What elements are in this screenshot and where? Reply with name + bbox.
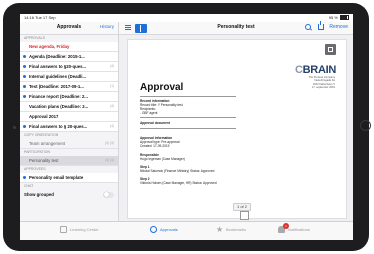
learning-center-icon bbox=[60, 226, 67, 233]
record-info-block: Record information Record title: Y Perso… bbox=[140, 99, 183, 115]
section-orientation: COPY ORIENTATION bbox=[24, 133, 59, 137]
home-button[interactable] bbox=[360, 120, 371, 131]
cbrain-logo: CBRAIN bbox=[295, 64, 336, 76]
list-item[interactable]: Finance report (Deadline: 2... bbox=[20, 92, 118, 102]
section-approvals: APPROVALS bbox=[24, 36, 45, 40]
list-item-selected[interactable]: Personality test (4) (3) bbox=[20, 156, 118, 166]
search-icon[interactable] bbox=[305, 24, 311, 30]
document-viewer[interactable]: CBRAIN The Process Company Vesterbrogade… bbox=[119, 35, 353, 221]
unread-dot-icon bbox=[23, 85, 26, 88]
list-item[interactable]: Test (Deadline: 2017-09-1... (1) bbox=[20, 82, 118, 92]
front-camera bbox=[13, 126, 16, 129]
unread-dot-icon bbox=[23, 95, 26, 98]
unread-dot-icon bbox=[23, 65, 26, 68]
list-item[interactable]: Vacation plans (Deadline: 2... (4) bbox=[20, 102, 118, 112]
battery-percent: 95 % bbox=[328, 15, 338, 20]
list-item[interactable]: Personality email template bbox=[20, 173, 118, 183]
list-item[interactable]: Team arrangement (4) (3) bbox=[20, 139, 118, 149]
list-item[interactable]: Final answers to §20-ques... (4) bbox=[20, 62, 118, 72]
annotate-icon[interactable] bbox=[325, 44, 336, 55]
page-thumbnail-icon[interactable] bbox=[240, 211, 249, 220]
list-item[interactable]: Approval 2017 bbox=[20, 112, 118, 122]
remove-button[interactable]: Remove bbox=[329, 24, 348, 30]
unread-dot-icon bbox=[23, 125, 26, 128]
unread-dot-icon bbox=[23, 176, 26, 179]
tab-bar: Learning Center Approvals ★ Bookmarks 1 … bbox=[20, 221, 353, 240]
divider bbox=[140, 128, 236, 129]
list-item[interactable]: New agenda, Friday bbox=[20, 42, 118, 52]
responsible-block: Responsible Hugo Ingeman (Case Manager) bbox=[140, 153, 185, 161]
section-approvees: APPROVEES bbox=[24, 167, 46, 171]
step-1-block: Step 1 Nikolai Satomok (Finance Ministry… bbox=[140, 165, 215, 173]
share-icon[interactable] bbox=[318, 21, 324, 30]
divider bbox=[140, 96, 236, 97]
list-item[interactable]: Internal guidelines (Deadli... bbox=[20, 72, 118, 82]
battery-icon bbox=[340, 15, 349, 21]
sidebar-header: Approvals History bbox=[20, 22, 118, 35]
document-page: CBRAIN The Process Company Vesterbrogade… bbox=[127, 39, 347, 220]
unread-dot-icon bbox=[23, 55, 26, 58]
document-heading: Approval bbox=[140, 82, 184, 93]
show-grouped-toggle[interactable] bbox=[103, 191, 114, 198]
list-item[interactable]: Final answers to § 20-ques... (4) bbox=[20, 122, 118, 132]
logo-address: The Process Company Vesterbrogade 4A 162… bbox=[308, 76, 335, 89]
approvals-icon bbox=[150, 226, 157, 233]
document-header: Personality test Remove bbox=[119, 21, 353, 35]
show-grouped-row: Show grouped bbox=[20, 190, 118, 199]
step-2-block: Step 2 Viktoria Holsen (Case Manager, HR… bbox=[140, 177, 217, 185]
approvals-sidebar: Approvals History APPROVALS New agenda, … bbox=[20, 22, 119, 221]
list-item[interactable]: Agenda (Deadline: 2015-1... bbox=[20, 52, 118, 62]
star-icon: ★ bbox=[216, 225, 224, 234]
divider bbox=[140, 117, 236, 118]
status-date: Tue 17 Sep bbox=[35, 15, 56, 20]
unread-dot-icon bbox=[23, 75, 26, 78]
history-button[interactable]: History bbox=[100, 24, 114, 29]
app-screen: 14:16 Tue 17 Sep 95 % Approvals History … bbox=[20, 14, 353, 240]
status-bar: 14:16 Tue 17 Sep 95 % bbox=[20, 14, 353, 22]
show-grouped-label: Show grouped bbox=[24, 192, 54, 197]
section-participation: PARTICIPATION bbox=[24, 150, 50, 154]
status-time: 14:16 bbox=[24, 15, 35, 20]
section-chat: CHAT bbox=[24, 184, 34, 188]
approval-document-block: Approval document bbox=[140, 121, 170, 125]
ipad-frame: 14:16 Tue 17 Sep 95 % Approvals History … bbox=[0, 0, 374, 254]
page-indicator: 1 of 2 bbox=[233, 203, 252, 211]
approval-info-block: Approval information Approval type: Pre-… bbox=[140, 136, 180, 148]
